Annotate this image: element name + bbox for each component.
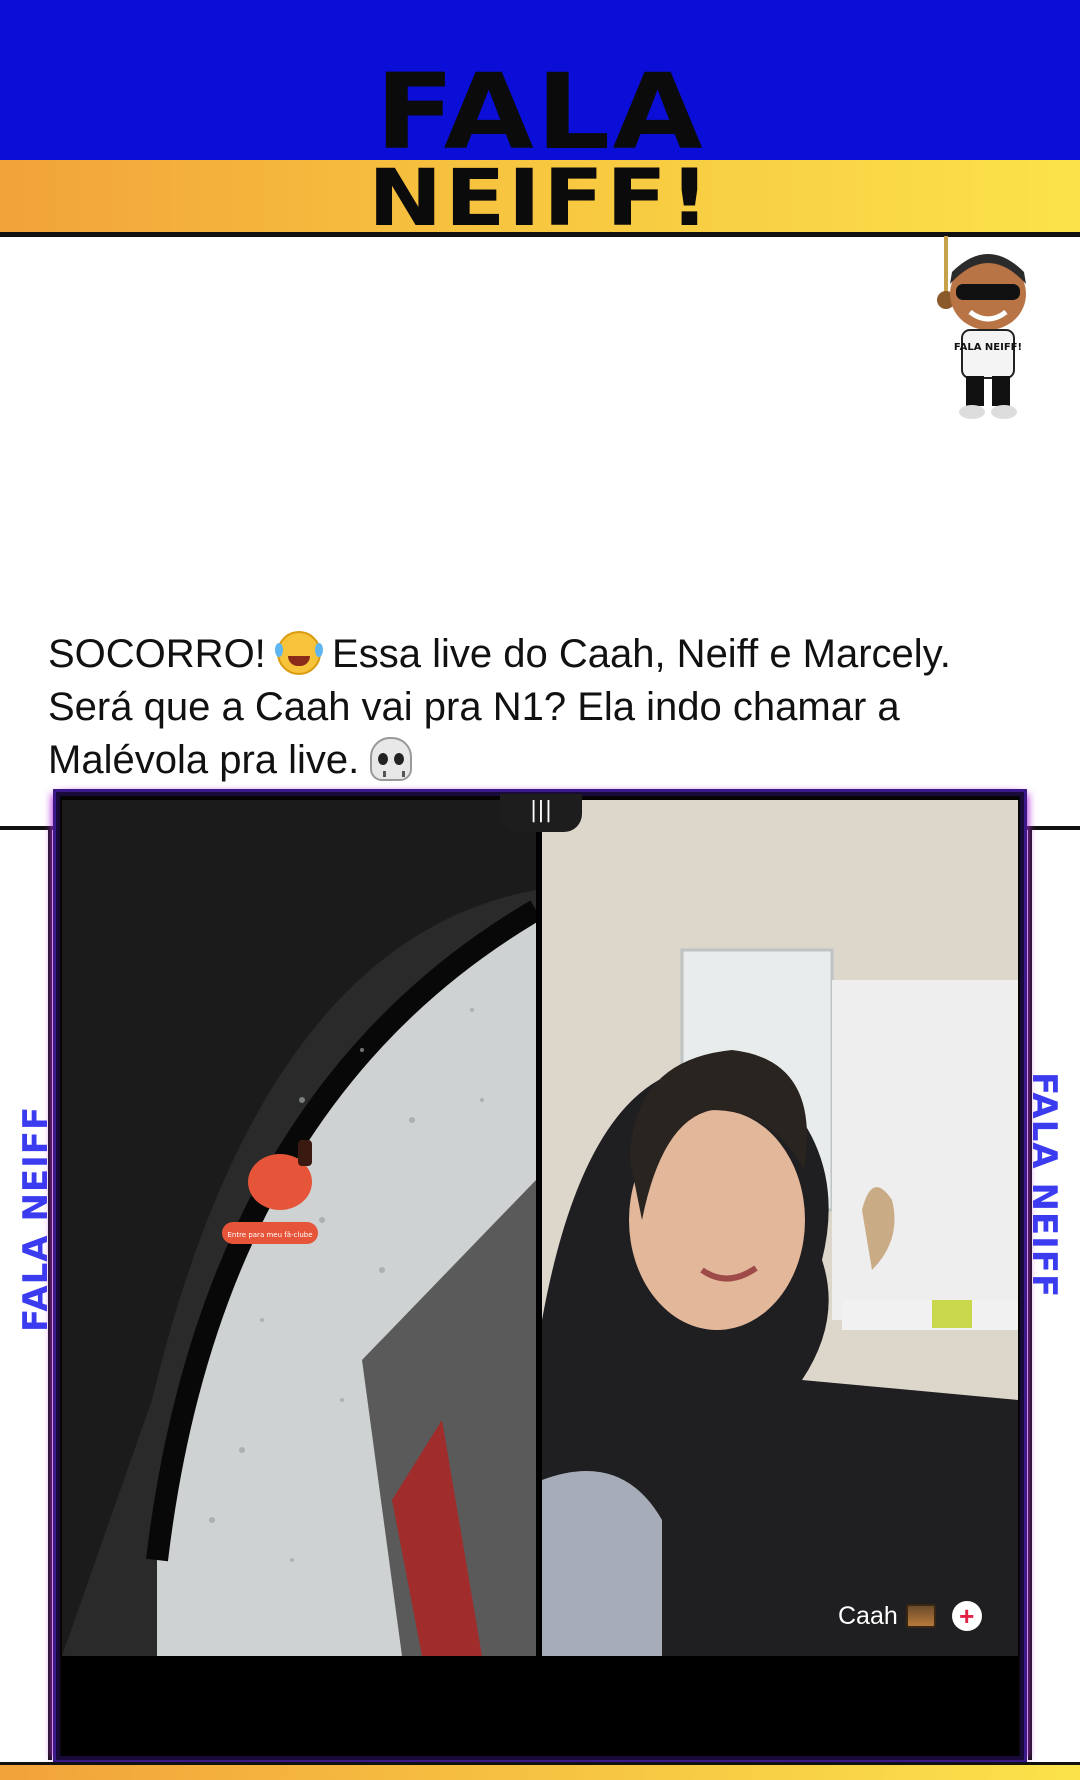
mascot-character-icon: FALA NEIFF!: [937, 236, 1026, 419]
room-scene: [542, 800, 1018, 1656]
live-user-name: Caah: [838, 1601, 898, 1630]
live-user-tag[interactable]: Caah +: [838, 1598, 982, 1634]
live-video-left[interactable]: Entre para meu fã-clube: [62, 800, 536, 1656]
live-video-right[interactable]: [542, 800, 1018, 1656]
logo-title-line2: NEIFF!: [368, 154, 712, 244]
car-window-scene: Entre para meu fã-clube: [62, 800, 536, 1656]
mascot-shirt-text: FALA NEIFF!: [954, 342, 1022, 353]
logo-title-line1: FALA: [375, 51, 705, 173]
skull-icon: [370, 737, 413, 781]
side-label-right: FALA NEIFF: [1024, 1072, 1064, 1299]
bars-icon[interactable]: |||: [500, 794, 582, 832]
caption-exclaim: SOCORRO!: [48, 632, 266, 676]
side-label-left: FALA NEIFF: [16, 1105, 56, 1332]
video-bottom-bar: [62, 1656, 1018, 1756]
post-caption: SOCORRO! Essa live do Caah, Neiff e Marc…: [48, 628, 1008, 787]
follow-plus-button[interactable]: +: [951, 1601, 982, 1631]
laughing-tears-icon: [274, 631, 321, 675]
sticker-label: Entre para meu fã-clube: [227, 1231, 312, 1239]
footer-yellow-band: [0, 1762, 1080, 1780]
house-icon: [905, 1604, 936, 1628]
